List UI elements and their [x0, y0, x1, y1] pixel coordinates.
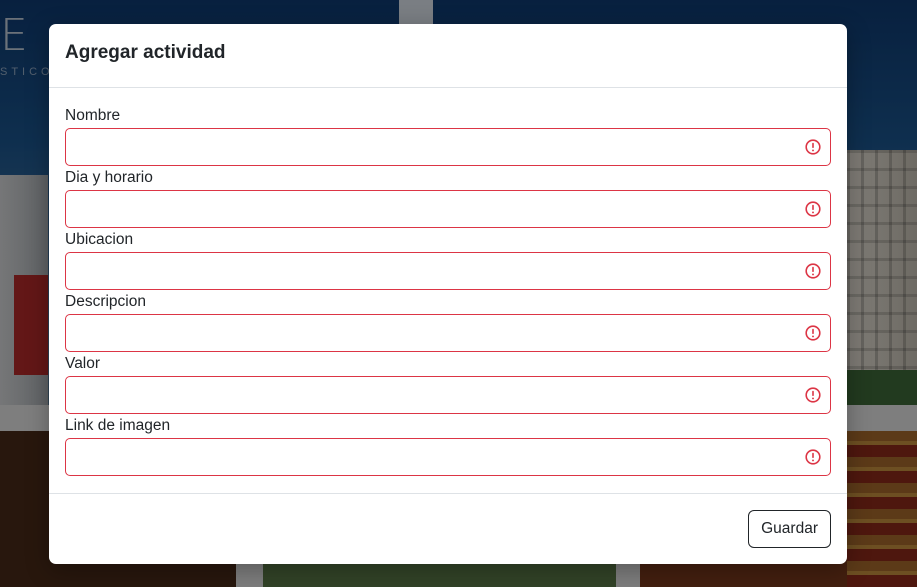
field-label: Valor — [65, 355, 101, 372]
exclamation-circle-icon — [805, 387, 821, 403]
exclamation-circle-icon — [805, 449, 821, 465]
field-label: Nombre — [65, 107, 121, 124]
field-descripcion: Descripcion — [65, 292, 831, 354]
field-valor: Valor — [65, 354, 831, 416]
modal-header: Agregar actividad — [49, 24, 847, 88]
exclamation-circle-icon — [805, 325, 821, 341]
field-dia-horario: Dia y horario — [65, 168, 831, 230]
input-wrap — [65, 314, 831, 352]
modal-footer: Guardar — [49, 493, 847, 564]
exclamation-circle-icon — [805, 201, 821, 217]
field-link-imagen: Link de imagen — [65, 416, 831, 478]
field-label: Link de imagen — [65, 417, 171, 434]
field-label: Ubicacion — [65, 231, 134, 248]
exclamation-circle-icon — [805, 263, 821, 279]
input-wrap — [65, 376, 831, 414]
input-wrap — [65, 252, 831, 290]
modal-title: Agregar actividad — [65, 42, 226, 63]
descripcion-input[interactable] — [65, 314, 831, 352]
field-nombre: Nombre — [65, 106, 831, 168]
input-wrap — [65, 190, 831, 228]
valor-input[interactable] — [65, 376, 831, 414]
save-button[interactable]: Guardar — [748, 510, 831, 548]
field-label: Descripcion — [65, 293, 146, 310]
nombre-input[interactable] — [65, 128, 831, 166]
modal-body: Nombre Dia y horario Ubicacion Descripci… — [49, 88, 847, 493]
add-activity-modal: Agregar actividad Nombre Dia y horario U… — [49, 24, 847, 564]
link-imagen-input[interactable] — [65, 438, 831, 476]
dia-horario-input[interactable] — [65, 190, 831, 228]
field-ubicacion: Ubicacion — [65, 230, 831, 292]
input-wrap — [65, 438, 831, 476]
exclamation-circle-icon — [805, 139, 821, 155]
ubicacion-input[interactable] — [65, 252, 831, 290]
input-wrap — [65, 128, 831, 166]
field-label: Dia y horario — [65, 169, 153, 186]
